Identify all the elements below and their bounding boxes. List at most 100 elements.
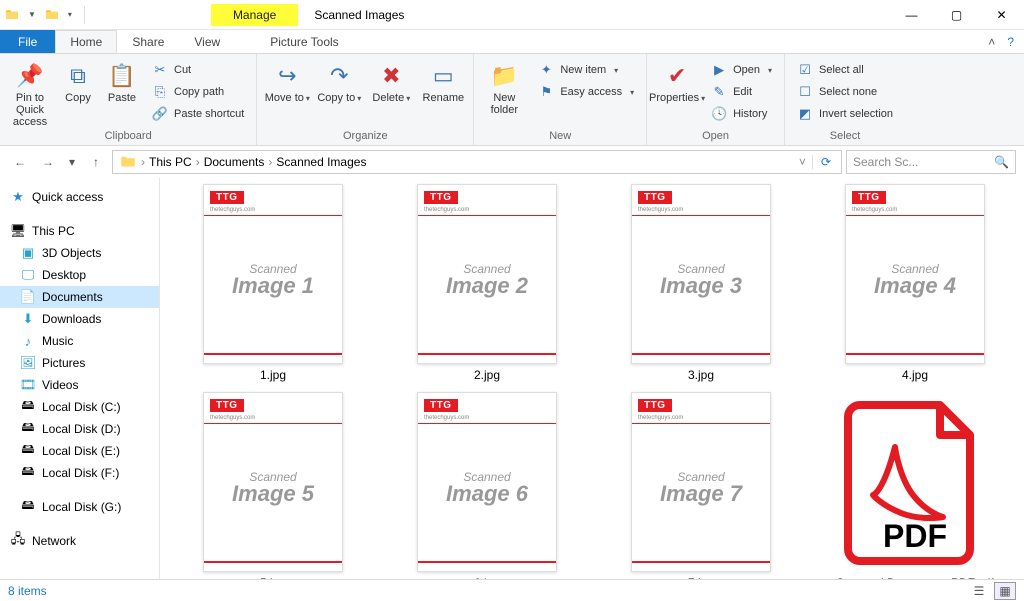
file-name: Scanned Documents PDF.pdf	[836, 576, 993, 579]
file-item[interactable]: TTG thetechguys.com Scanned Image 5 5.jp…	[168, 392, 378, 579]
share-tab[interactable]: Share	[117, 30, 179, 53]
folder-icon[interactable]	[2, 5, 22, 25]
file-item[interactable]: TTG thetechguys.com Scanned Image 2 2.jp…	[382, 184, 592, 382]
sidebar-quick-access[interactable]: ★Quick access	[0, 186, 159, 208]
copy-button[interactable]: ⧉ Copy	[58, 56, 98, 104]
address-bar[interactable]: › This PC › Documents › Scanned Images ˅…	[112, 150, 842, 174]
thumbnails-view-button[interactable]: ▦	[994, 582, 1016, 600]
file-tab[interactable]: File	[0, 30, 55, 53]
addr-dropdown-icon[interactable]: ˅	[793, 155, 812, 169]
qat-dropdown-icon[interactable]: ▼	[24, 10, 40, 19]
file-item[interactable]: TTG thetechguys.com Scanned Image 6 6.jp…	[382, 392, 592, 579]
disk-icon: 🖴	[20, 443, 36, 459]
sidebar-music[interactable]: ♪Music	[0, 330, 159, 352]
invert-selection-button[interactable]: ◩Invert selection	[791, 104, 899, 124]
view-tab[interactable]: View	[179, 30, 235, 53]
sidebar-disk-c[interactable]: 🖴Local Disk (C:)	[0, 396, 159, 418]
select-all-button[interactable]: ☑Select all	[791, 60, 899, 80]
rename-button[interactable]: ▭ Rename	[419, 56, 467, 104]
copy-to-button[interactable]: ↷ Copy to▾	[315, 56, 363, 104]
sidebar-desktop[interactable]: 🖵Desktop	[0, 264, 159, 286]
item-count: 8 items	[8, 584, 47, 598]
ttg-logo: TTG	[424, 191, 458, 204]
sidebar-videos[interactable]: 🎞Videos	[0, 374, 159, 396]
move-to-button[interactable]: ↪ Move to▾	[263, 56, 311, 104]
svg-text:PDF: PDF	[883, 518, 947, 554]
videos-icon: 🎞	[20, 377, 36, 393]
paste-shortcut-button[interactable]: 🔗Paste shortcut	[146, 104, 250, 124]
ttg-logo: TTG	[638, 191, 672, 204]
ribbon-minimize-icon[interactable]: ˄	[988, 35, 995, 49]
tagline: thetechguys.com	[638, 207, 683, 213]
sidebar-disk-e[interactable]: 🖴Local Disk (E:)	[0, 440, 159, 462]
minimize-button[interactable]: —	[889, 0, 934, 30]
status-bar: 8 items ☰ ▦	[0, 579, 1024, 601]
paste-button[interactable]: 📋 Paste	[102, 56, 142, 104]
delete-button[interactable]: ✖ Delete▾	[367, 56, 415, 104]
recent-locations-button[interactable]: ▾	[64, 150, 80, 174]
sidebar-this-pc[interactable]: 🖥This PC	[0, 220, 159, 242]
sidebar-disk-f[interactable]: 🖴Local Disk (F:)	[0, 462, 159, 484]
ttg-logo: TTG	[638, 399, 672, 412]
downloads-icon: ⬇	[20, 311, 36, 327]
separator	[84, 6, 85, 24]
quick-access-toolbar: ▼ ▾	[0, 5, 93, 25]
sidebar-3d-objects[interactable]: ▣3D Objects	[0, 242, 159, 264]
properties-button[interactable]: ✔ Properties▾	[653, 56, 701, 104]
copy-path-button[interactable]: ⎘Copy path	[146, 82, 250, 102]
pin-to-quick-access-button[interactable]: 📌 Pin to Quick access	[6, 56, 54, 128]
help-icon[interactable]: ?	[1007, 35, 1014, 49]
breadcrumb-scanned-images[interactable]: Scanned Images	[272, 155, 370, 169]
sidebar-pictures[interactable]: 🖼Pictures	[0, 352, 159, 374]
open-button[interactable]: ▶Open▾	[705, 60, 778, 80]
properties-icon: ✔	[661, 62, 693, 90]
back-button[interactable]: ←	[8, 150, 32, 174]
select-all-icon: ☑	[797, 62, 813, 78]
easy-access-button[interactable]: ⚑Easy access▾	[532, 82, 640, 102]
tagline: thetechguys.com	[210, 207, 255, 213]
file-item-pdf[interactable]: PDF Scanned Documents PDF.pdf	[810, 392, 1020, 579]
image-thumbnail: TTG thetechguys.com Scanned Image 4	[845, 184, 985, 364]
group-label: Open	[653, 128, 778, 145]
maximize-button[interactable]: ▢	[934, 0, 979, 30]
picture-tools-tab[interactable]: Picture Tools	[255, 30, 353, 53]
new-item-button[interactable]: ✦New item▾	[532, 60, 640, 80]
up-button[interactable]: ↑	[84, 150, 108, 174]
breadcrumb-documents[interactable]: Documents	[200, 155, 269, 169]
forward-button[interactable]: →	[36, 150, 60, 174]
qat-dropdown-icon[interactable]: ▾	[64, 10, 76, 19]
sidebar-downloads[interactable]: ⬇Downloads	[0, 308, 159, 330]
paste-icon: 📋	[106, 62, 138, 90]
group-label: Clipboard	[6, 128, 250, 145]
file-item[interactable]: TTG thetechguys.com Scanned Image 3 3.jp…	[596, 184, 806, 382]
ribbon-tabs: File Home Share View Picture Tools ˄ ?	[0, 30, 1024, 54]
folder-icon[interactable]	[42, 5, 62, 25]
refresh-button[interactable]: ⟳	[812, 155, 839, 169]
file-item[interactable]: TTG thetechguys.com Scanned Image 4 4.jp…	[810, 184, 1020, 382]
sidebar-documents[interactable]: 📄Documents	[0, 286, 159, 308]
disk-icon: 🖴	[20, 499, 36, 515]
breadcrumb-this-pc[interactable]: This PC	[145, 155, 196, 169]
new-folder-button[interactable]: 📁 New folder	[480, 56, 528, 116]
sidebar-network[interactable]: 🖧Network	[0, 530, 159, 552]
history-button[interactable]: 🕓History	[705, 104, 778, 124]
search-input[interactable]: Search Sc... 🔍	[846, 150, 1016, 174]
cut-icon: ✂	[152, 62, 168, 78]
image-thumbnail: TTG thetechguys.com Scanned Image 7	[631, 392, 771, 572]
file-item[interactable]: TTG thetechguys.com Scanned Image 7 7.jp…	[596, 392, 806, 579]
edit-button[interactable]: ✎Edit	[705, 82, 778, 102]
close-button[interactable]: ✕	[979, 0, 1024, 30]
window-title: Scanned Images	[298, 8, 404, 22]
sidebar-disk-g[interactable]: 🖴Local Disk (G:)	[0, 496, 159, 518]
file-name: 3.jpg	[688, 368, 714, 382]
details-view-button[interactable]: ☰	[968, 582, 990, 600]
home-tab[interactable]: Home	[55, 30, 117, 53]
file-item[interactable]: TTG thetechguys.com Scanned Image 1 1.jp…	[168, 184, 378, 382]
cut-button[interactable]: ✂Cut	[146, 60, 250, 80]
new-folder-icon: 📁	[488, 62, 520, 90]
file-list[interactable]: TTG thetechguys.com Scanned Image 1 1.jp…	[160, 178, 1024, 579]
select-none-button[interactable]: ☐Select none	[791, 82, 899, 102]
ribbon-group-select: ☑Select all ☐Select none ◩Invert selecti…	[785, 54, 905, 145]
context-tab-manage[interactable]: Manage	[211, 4, 298, 26]
sidebar-disk-d[interactable]: 🖴Local Disk (D:)	[0, 418, 159, 440]
